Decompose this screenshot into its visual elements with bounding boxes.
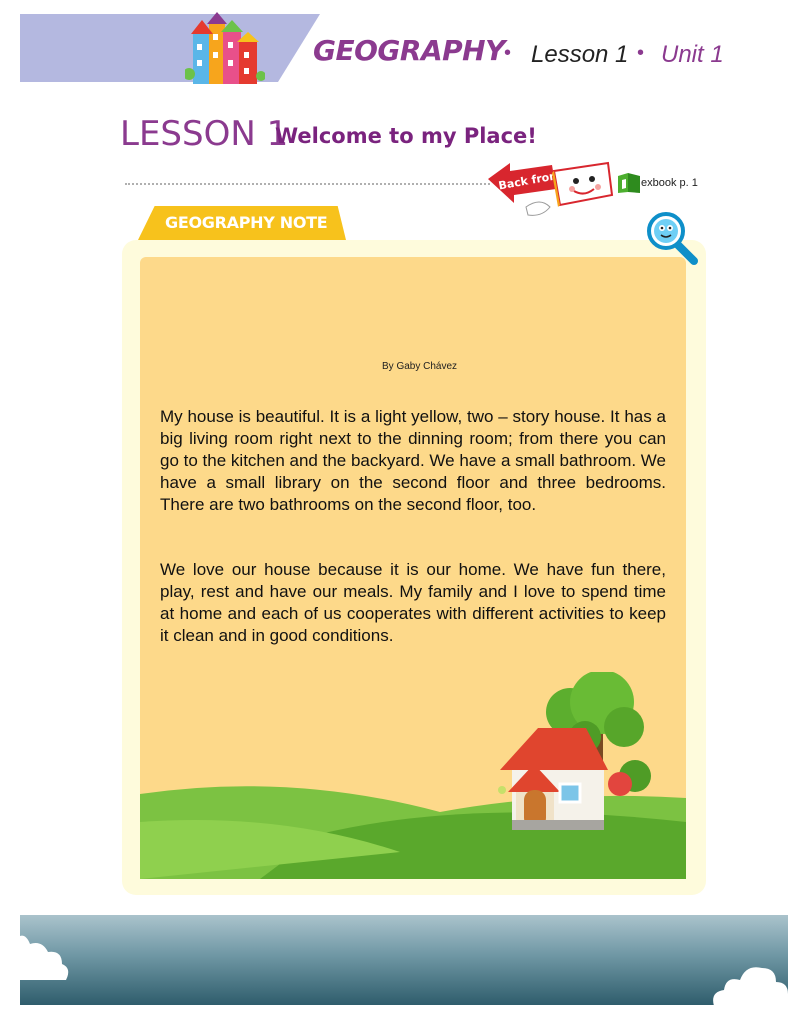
lesson-number: LESSON 1 (120, 114, 289, 154)
back-from-arrow-book-icon[interactable]: Back from (484, 155, 614, 225)
cloud-icon (20, 935, 69, 980)
lesson-title: Welcome to my Place! (275, 124, 537, 148)
article-paragraph: My house is beautiful. It is a light yel… (160, 407, 666, 514)
note-tab-label: GEOGRAPHY NOTE (165, 213, 328, 232)
subject-title: GEOGRAPHY (313, 34, 505, 67)
article-author: By Gaby Chávez (382, 361, 458, 372)
textbook-reference: exbook p. 1 (641, 177, 698, 189)
dotted-divider (125, 183, 490, 185)
header-unit: Unit 1 (661, 41, 724, 68)
header-band (20, 14, 320, 82)
header-separator: • (637, 42, 645, 64)
house-tree-illustration (140, 672, 686, 879)
header-separator: • (504, 42, 512, 64)
colorful-houses-illustration (185, 12, 265, 84)
cloud-icon (713, 967, 788, 1006)
header-lesson: Lesson 1 (531, 41, 629, 68)
magnifier-icon[interactable] (646, 211, 700, 267)
article-paragraph: We love our house because it is our home… (160, 560, 666, 645)
bottom-banner (20, 915, 788, 1005)
textbook-icon (618, 173, 640, 193)
